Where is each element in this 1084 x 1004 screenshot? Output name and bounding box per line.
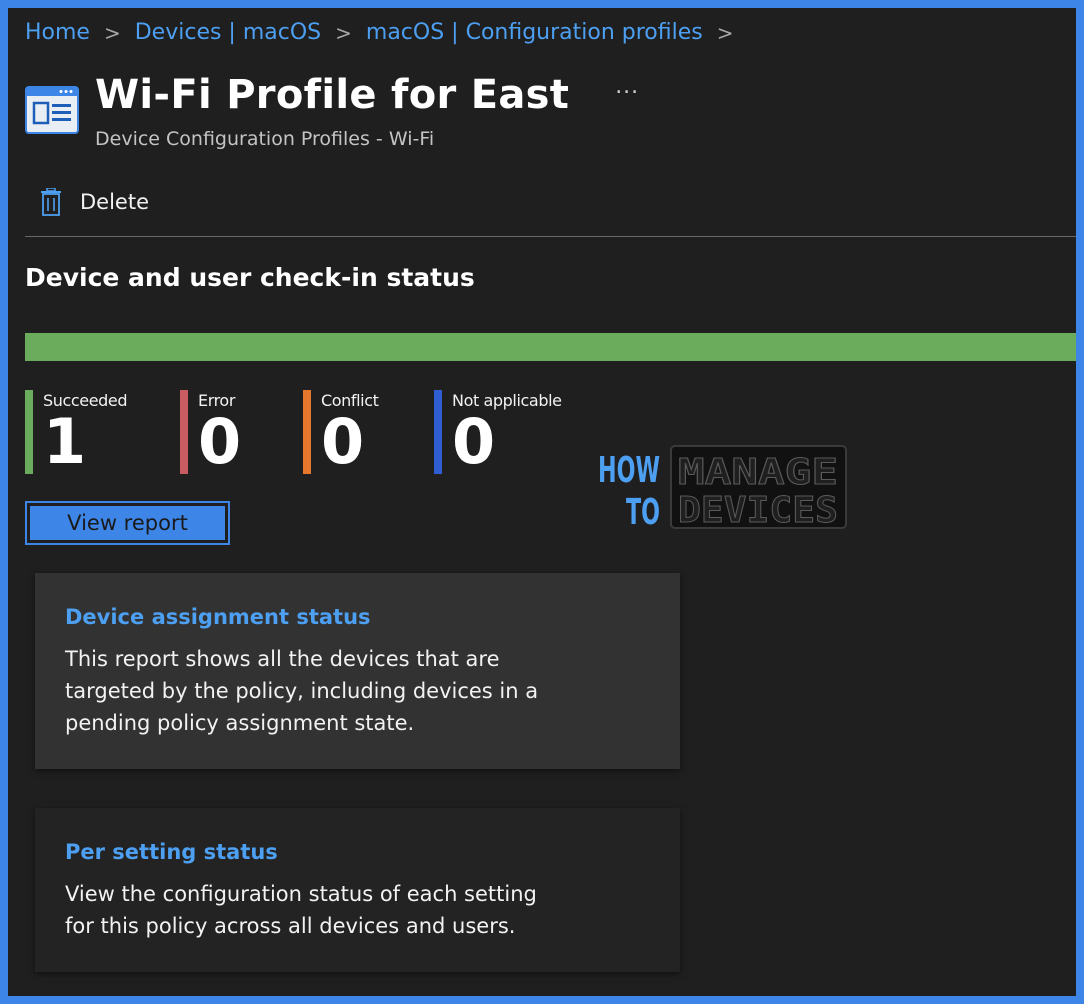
trash-icon <box>41 188 61 216</box>
stat-error[interactable]: Error 0 <box>180 390 303 474</box>
stat-succeeded-bar <box>25 390 33 474</box>
per-setting-status-card[interactable]: Per setting status View the configuratio… <box>35 808 680 972</box>
delete-button[interactable]: Delete <box>40 188 149 216</box>
how-to-manage-devices-logo: HOW TO MANAGE DEVICES <box>598 445 847 530</box>
page-subtitle: Device Configuration Profiles - Wi-Fi <box>95 128 435 150</box>
device-assignment-status-card[interactable]: Device assignment status This report sho… <box>35 573 680 769</box>
toolbar-divider <box>25 236 1076 237</box>
view-report-button[interactable]: View report <box>25 501 230 545</box>
watermark-how: HOW <box>598 450 660 491</box>
card-title[interactable]: Per setting status <box>65 840 650 864</box>
view-report-label: View report <box>29 505 226 541</box>
stat-conflict[interactable]: Conflict 0 <box>303 390 434 474</box>
card-description: This report shows all the devices that a… <box>65 647 539 735</box>
page-title: Wi-Fi Profile for East <box>95 72 570 118</box>
delete-label: Delete <box>80 190 149 214</box>
profile-page-icon <box>25 86 79 134</box>
checkin-progress-bar <box>25 333 1076 361</box>
breadcrumb-home[interactable]: Home <box>25 20 90 45</box>
app-frame: Home > Devices | macOS > macOS | Configu… <box>8 8 1076 996</box>
breadcrumb-devices-macos[interactable]: Devices | macOS <box>135 20 321 45</box>
checkin-stats: Succeeded 1 Error 0 Conflict 0 Not appli… <box>25 390 584 474</box>
chevron-right-icon: > <box>103 20 121 45</box>
title-row: Wi-Fi Profile for East ... <box>25 72 639 134</box>
watermark-to: TO <box>626 492 660 530</box>
chevron-right-icon: > <box>335 20 352 45</box>
stat-conflict-bar <box>303 390 311 474</box>
stat-error-value: 0 <box>198 405 242 478</box>
checkin-status-title: Device and user check-in status <box>25 263 475 292</box>
toolbar: Delete <box>40 188 149 216</box>
more-options-icon[interactable]: ... <box>615 74 639 99</box>
card-description: View the configuration status of each se… <box>65 882 537 938</box>
stat-succeeded[interactable]: Succeeded 1 <box>25 390 180 474</box>
card-title[interactable]: Device assignment status <box>65 605 650 629</box>
stat-conflict-value: 0 <box>321 405 365 478</box>
stat-not-applicable[interactable]: Not applicable 0 <box>434 390 584 474</box>
stat-succeeded-value: 1 <box>43 405 87 478</box>
watermark-manage: MANAGE <box>678 452 838 493</box>
stat-error-bar <box>180 390 188 474</box>
progress-succeeded-fill <box>25 333 1076 361</box>
breadcrumb-configuration-profiles[interactable]: macOS | Configuration profiles <box>366 20 703 45</box>
chevron-right-icon: > <box>716 20 734 45</box>
stat-not-applicable-value: 0 <box>452 405 496 478</box>
breadcrumb: Home > Devices | macOS > macOS | Configu… <box>25 20 748 45</box>
stat-not-applicable-bar <box>434 390 442 474</box>
watermark-devices: DEVICES <box>678 490 838 530</box>
